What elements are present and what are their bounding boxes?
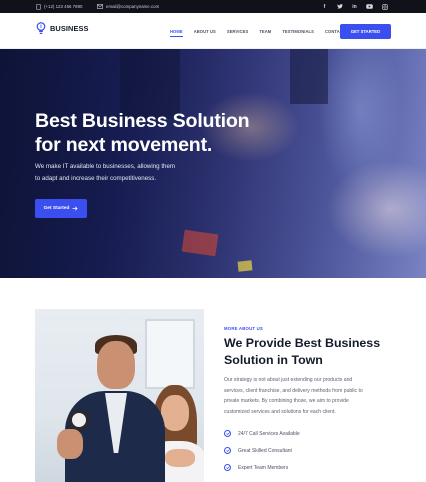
hero-title: Best Business Solution for next movement… [35, 109, 275, 157]
main-navigation: BUSINESS HOME ABOUT US SERVICES TEAM TES… [0, 13, 426, 49]
check-circle-icon [224, 447, 231, 454]
hero-section: Best Business Solution for next movement… [0, 49, 426, 278]
hero-subtitle-line1: We make IT available to businesses, allo… [35, 163, 176, 170]
feature-list: 24/7 Call Services Available Great Skill… [224, 425, 300, 476]
hero-subtitle: We make IT available to businesses, allo… [35, 161, 205, 185]
lightbulb-icon [36, 22, 46, 34]
nav-item-about-us[interactable]: ABOUT US [194, 29, 216, 34]
nav-menu: HOME ABOUT US SERVICES TEAM TESTIMONIALS… [170, 13, 356, 49]
get-started-hero-button[interactable]: Get Started [35, 199, 87, 218]
about-image [35, 309, 204, 482]
about-image-man-face [97, 341, 135, 389]
about-title: We Provide Best Business Solution in Tow… [224, 335, 404, 369]
phone-number: (+12) 123 456 7890 [44, 4, 83, 9]
feature-item: Expert Team Members [224, 459, 300, 476]
about-title-line1: We Provide Best Business [224, 336, 381, 350]
brand-logo[interactable]: BUSINESS [36, 22, 89, 35]
get-started-nav-button[interactable]: GET STARTED [340, 24, 391, 39]
check-circle-icon [224, 464, 231, 471]
nav-item-testimonials[interactable]: TESTIMONIALS [282, 29, 314, 34]
linkedin-icon[interactable]: in [351, 3, 358, 10]
about-image-man-hand [57, 429, 83, 459]
get-started-label: Get Started [43, 206, 70, 211]
about-tag: MORE ABOUT US [224, 326, 263, 331]
feature-label: Expert Team Members [238, 464, 289, 471]
nav-item-team[interactable]: TEAM [259, 29, 271, 34]
social-links: f in [321, 0, 388, 13]
feature-item: 24/7 Call Services Available [224, 425, 300, 442]
check-circle-icon [224, 430, 231, 437]
about-text-line: services, client franchise, and delivery… [224, 387, 363, 394]
facebook-icon[interactable]: f [321, 3, 328, 10]
instagram-icon[interactable] [381, 3, 388, 10]
about-image-window [145, 319, 195, 389]
feature-item: Great Skilled Consultant [224, 442, 300, 459]
about-text-line: Our strategy is not about just extending… [224, 377, 353, 383]
nav-item-home[interactable]: HOME [170, 29, 183, 37]
about-image-woman-hands [165, 449, 195, 467]
top-bar: (+12) 123 456 7890 email@companyname.com… [0, 0, 426, 13]
twitter-icon[interactable] [336, 3, 343, 10]
feature-label: 24/7 Call Services Available [238, 430, 300, 437]
about-description: Our strategy is not about just extending… [224, 375, 394, 417]
about-text-line: customized services and solutions for ea… [224, 408, 336, 415]
phone-contact[interactable]: (+12) 123 456 7890 [36, 0, 82, 13]
arrow-right-icon [72, 206, 78, 211]
hero-subtitle-line2: to adapt and increase their competitiven… [35, 175, 157, 182]
email-contact[interactable]: email@companyname.com [97, 0, 159, 13]
about-title-line2: Solution in Town [224, 353, 323, 367]
phone-icon [36, 3, 41, 10]
hero-title-line1: Best Business Solution [35, 110, 250, 132]
youtube-icon[interactable] [366, 3, 373, 10]
nav-item-services[interactable]: SERVICES [227, 29, 248, 34]
email-address: email@companyname.com [106, 4, 160, 9]
hero-title-line2: for next movement. [35, 134, 213, 156]
feature-label: Great Skilled Consultant [238, 447, 292, 454]
brand-name: BUSINESS [50, 24, 89, 33]
about-image-headphones [68, 409, 90, 431]
about-text-line: private markets. By combining those, we … [224, 398, 349, 405]
about-image-woman-face [161, 395, 189, 431]
mail-icon [97, 4, 103, 9]
